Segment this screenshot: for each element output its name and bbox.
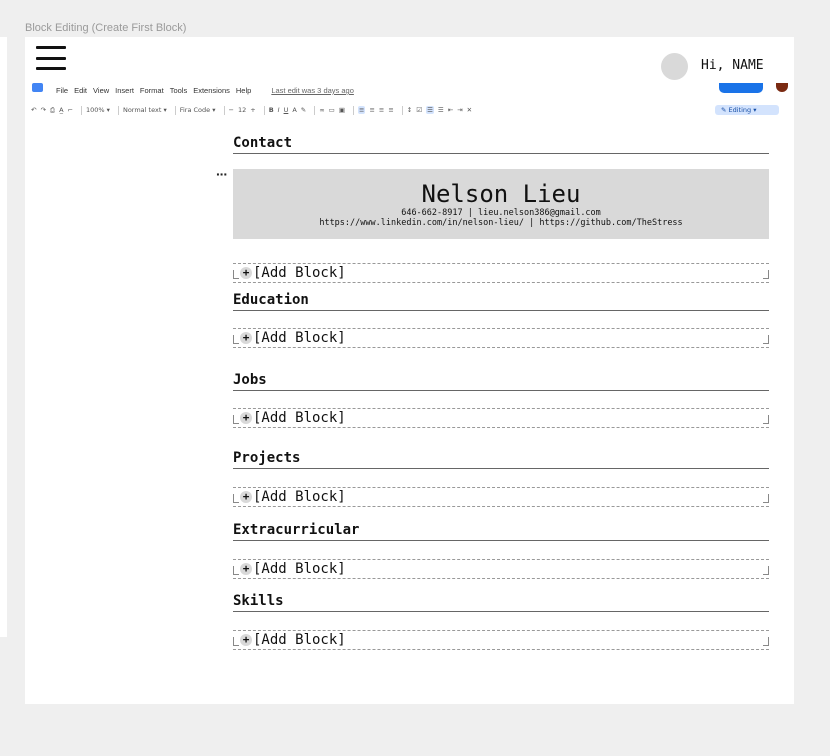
image-icon[interactable]: ▣ <box>339 106 345 114</box>
add-block-button-education[interactable]: + [Add Block] <box>233 328 769 348</box>
user-greeting: Hi, NAME <box>701 58 764 73</box>
add-block-button-jobs[interactable]: + [Add Block] <box>233 408 769 428</box>
checklist-icon[interactable]: ☑ <box>416 106 422 114</box>
paint-format-icon[interactable]: ⌐ <box>68 106 73 114</box>
section-heading-contact: Contact <box>233 134 769 154</box>
menu-file[interactable]: File <box>56 86 68 95</box>
add-block-label: [Add Block] <box>253 330 346 346</box>
redo-icon[interactable]: ↷ <box>40 106 45 114</box>
spellcheck-icon[interactable]: A̲ <box>59 106 63 114</box>
zoom-select[interactable]: 100% ▾ <box>86 106 110 114</box>
resume-canvas: Contact Nelson Lieu 646-662-8917 | lieu.… <box>233 134 769 650</box>
side-panel-edge <box>0 37 7 637</box>
bold-icon[interactable]: B <box>269 106 274 114</box>
add-block-label: [Add Block] <box>253 410 346 426</box>
style-select[interactable]: Normal text ▾ <box>123 106 167 114</box>
bullet-list-icon[interactable]: ☰ <box>426 106 434 114</box>
line-spacing-icon[interactable]: ↕ <box>407 106 412 114</box>
align-justify-icon[interactable]: ≡ <box>388 106 393 114</box>
font-size-decrease-icon[interactable]: − <box>229 106 234 114</box>
add-block-label: [Add Block] <box>253 489 346 505</box>
section-heading-extracurricular: Extracurricular <box>233 521 769 541</box>
clear-format-icon[interactable]: ✕ <box>467 106 472 114</box>
align-right-icon[interactable]: ≡ <box>379 106 384 114</box>
comment-icon[interactable]: ▭ <box>329 106 335 114</box>
menu-insert[interactable]: Insert <box>115 86 134 95</box>
menu-format[interactable]: Format <box>140 86 164 95</box>
avatar[interactable] <box>661 53 688 80</box>
section-heading-education: Education <box>233 291 769 311</box>
app-frame: Hi, NAME File Edit View Insert Format To… <box>25 37 794 704</box>
menu-icon[interactable] <box>36 46 66 70</box>
add-icon: + <box>240 563 252 575</box>
profile-icon[interactable] <box>776 83 788 92</box>
add-icon: + <box>240 332 252 344</box>
more-options-icon[interactable]: ··· <box>216 167 228 181</box>
add-block-label: [Add Block] <box>253 632 346 648</box>
numbered-list-icon[interactable]: ☰ <box>438 106 444 114</box>
add-icon: + <box>240 267 252 279</box>
section-heading-jobs: Jobs <box>233 371 769 391</box>
add-icon: + <box>240 412 252 424</box>
add-block-button-extracurricular[interactable]: + [Add Block] <box>233 559 769 579</box>
indent-increase-icon[interactable]: ⇥ <box>457 106 462 114</box>
align-center-icon[interactable]: ≡ <box>369 106 374 114</box>
font-size-increase-icon[interactable]: + <box>250 106 255 114</box>
undo-icon[interactable]: ↶ <box>31 106 36 114</box>
font-size-input[interactable]: 12 <box>238 106 246 114</box>
italic-icon[interactable]: I <box>278 106 280 114</box>
align-left-icon[interactable]: ≡ <box>357 106 366 114</box>
menu-view[interactable]: View <box>93 86 109 95</box>
highlight-icon[interactable]: ✎ <box>301 106 306 114</box>
add-icon: + <box>240 634 252 646</box>
link-icon[interactable]: ∞ <box>319 106 324 114</box>
last-edit-link[interactable]: Last edit was 3 days ago <box>271 86 354 95</box>
add-block-label: [Add Block] <box>253 265 346 281</box>
docs-toolbar: ↶ ↷ ⎙ A̲ ⌐ 100% ▾ Normal text ▾ Fira Cod… <box>31 104 791 116</box>
section-heading-projects: Projects <box>233 449 769 469</box>
share-button[interactable] <box>719 83 763 93</box>
menu-tools[interactable]: Tools <box>170 86 188 95</box>
add-block-button-skills[interactable]: + [Add Block] <box>233 630 769 650</box>
print-icon[interactable]: ⎙ <box>50 106 55 115</box>
contact-phone-email: 646-662-8917 | lieu.nelson386@gmail.com <box>401 208 601 218</box>
resume-name: Nelson Lieu <box>421 180 581 208</box>
add-block-button-contact[interactable]: + [Add Block] <box>233 263 769 283</box>
contact-block[interactable]: Nelson Lieu 646-662-8917 | lieu.nelson38… <box>233 169 769 239</box>
text-color-icon[interactable]: A <box>292 106 296 114</box>
menu-extensions[interactable]: Extensions <box>193 86 230 95</box>
menu-help[interactable]: Help <box>236 86 251 95</box>
editing-mode-select[interactable]: ✎ Editing ▾ <box>715 105 779 115</box>
section-heading-skills: Skills <box>233 592 769 612</box>
frame-label: Block Editing (Create First Block) <box>25 22 187 34</box>
add-block-label: [Add Block] <box>253 561 346 577</box>
menu-edit[interactable]: Edit <box>74 86 87 95</box>
contact-links: https://www.linkedin.com/in/nelson-lieu/… <box>319 218 683 228</box>
add-icon: + <box>240 491 252 503</box>
underline-icon[interactable]: U <box>284 106 289 114</box>
font-select[interactable]: Fira Code ▾ <box>180 106 216 114</box>
docs-logo-icon <box>32 83 43 92</box>
add-block-button-projects[interactable]: + [Add Block] <box>233 487 769 507</box>
indent-decrease-icon[interactable]: ⇤ <box>448 106 453 114</box>
docs-menubar: File Edit View Insert Format Tools Exten… <box>56 86 354 95</box>
